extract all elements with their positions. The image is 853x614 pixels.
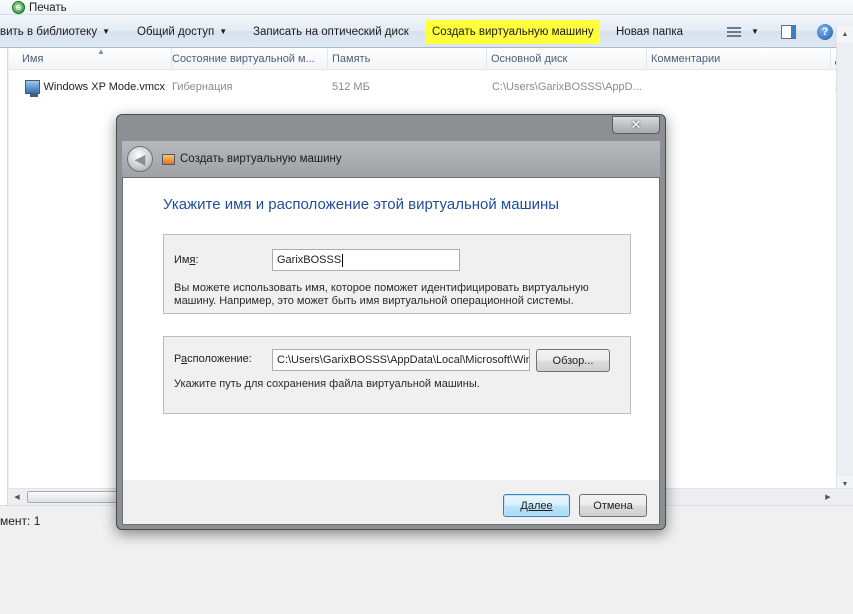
column-memory-label: Память — [332, 53, 371, 65]
file-state: Гибернация — [172, 81, 233, 93]
create-vm-dialog: ✕ ◀ Создать виртуальную машину Укажите и… — [116, 114, 666, 530]
location-group: Расположение: C:\Users\GarixBOSSS\AppDat… — [163, 336, 631, 414]
navigation-pane — [0, 48, 8, 508]
burn-disc-button[interactable]: Записать на оптический диск — [253, 15, 409, 48]
vm-location-value: C:\Users\GarixBOSSS\AppData\Local\Micros… — [277, 354, 530, 366]
help-icon: ? — [817, 23, 833, 40]
column-primary-disk[interactable]: Основной диск — [486, 48, 647, 70]
browse-label: Обзор... — [552, 354, 594, 367]
scroll-left-icon[interactable]: ◀ — [9, 489, 25, 505]
file-memory: 512 МБ — [332, 81, 370, 93]
dialog-title-text: Создать виртуальную машину — [180, 153, 342, 165]
print-label: Печать — [29, 1, 67, 14]
new-folder-button[interactable]: Новая папка — [616, 15, 683, 48]
column-primary-disk-label: Основной диск — [491, 53, 568, 65]
virtual-pc-icon — [162, 153, 175, 165]
back-arrow-icon: ◀ — [134, 150, 146, 167]
preview-pane-icon — [781, 24, 796, 39]
column-state[interactable]: Состояние виртуальной м... — [167, 48, 328, 70]
burn-disc-label: Записать на оптический диск — [253, 25, 409, 38]
text-cursor — [342, 253, 344, 267]
table-row[interactable]: Windows XP Mode.vmcx Гибернация 512 МБ C… — [9, 77, 853, 97]
name-group: Имя: GarixBOSSS Вы можете использовать и… — [163, 234, 631, 314]
dialog-header: ◀ Создать виртуальную машину — [122, 141, 660, 177]
cancel-button[interactable]: Отмена — [579, 494, 647, 517]
new-folder-label: Новая папка — [616, 25, 684, 38]
status-item-count: мент: 1 — [0, 514, 41, 528]
column-name-label: Имя — [22, 53, 44, 65]
name-hint-line: машину. Например, это может быть имя вир… — [174, 295, 574, 307]
dialog-close-button[interactable]: ✕ — [612, 116, 660, 134]
name-hint-line: Вы можете использовать имя, которое помо… — [174, 282, 589, 294]
vertical-scrollbar[interactable]: ▲ ▼ — [836, 26, 853, 492]
file-name-cell: Windows XP Mode.vmcx — [25, 77, 165, 97]
vm-location-input[interactable]: C:\Users\GarixBOSSS\AppData\Local\Micros… — [272, 349, 530, 371]
column-comments-label: Комментарии — [651, 53, 721, 65]
dialog-title: Создать виртуальную машину — [162, 141, 342, 177]
vm-name-input[interactable]: GarixBOSSS — [272, 249, 460, 271]
view-options-button[interactable]: ▼ — [727, 15, 759, 48]
location-hint: Укажите путь для сохранения файла виртуа… — [174, 378, 480, 390]
preview-pane-button[interactable] — [781, 15, 796, 48]
chevron-down-icon: ▼ — [219, 27, 228, 36]
location-label: Расположение: — [174, 353, 252, 365]
print-menu-item[interactable]: ⊕ Печать — [12, 0, 67, 15]
chevron-down-icon: ▼ — [102, 27, 111, 36]
menu-strip: ⊕ Печать — [0, 0, 853, 15]
file-memory-cell: 512 МБ — [332, 77, 482, 97]
vm-name-value: GarixBOSSS — [277, 254, 342, 266]
dialog-body: Укажите имя и расположение этой виртуаль… — [122, 177, 660, 525]
dialog-title-bar: ✕ — [117, 115, 665, 141]
column-comments[interactable]: Комментарии — [646, 48, 831, 70]
next-label: Далее — [520, 499, 553, 512]
file-primary-disk: C:\Users\GarixBOSSS\AppD... — [492, 81, 642, 93]
view-list-icon — [727, 26, 741, 37]
file-state-cell: Гибернация — [172, 77, 322, 97]
back-button[interactable]: ◀ — [127, 146, 153, 172]
share-label: Общий доступ — [137, 25, 215, 38]
scroll-right-icon[interactable]: ▶ — [820, 489, 836, 505]
column-header-row: ▲ Имя Состояние виртуальной м... Память … — [9, 47, 853, 70]
name-label: Имя: — [174, 254, 199, 266]
column-name[interactable]: Имя — [17, 48, 172, 70]
virtual-machine-icon — [25, 80, 40, 97]
column-state-label: Состояние виртуальной м... — [172, 53, 315, 65]
file-disk-cell: C:\Users\GarixBOSSS\AppD... — [492, 77, 642, 97]
command-bar: вить в библиотеку ▼ Общий доступ ▼ Запис… — [0, 15, 853, 48]
cancel-label: Отмена — [593, 499, 633, 512]
help-button[interactable]: ? — [817, 15, 833, 48]
next-button[interactable]: Далее — [503, 494, 570, 517]
create-vm-button[interactable]: Создать виртуальную машину — [426, 20, 600, 44]
dialog-content: Укажите имя и расположение этой виртуаль… — [123, 178, 659, 480]
browse-button[interactable]: Обзор... — [536, 349, 610, 372]
add-to-library-label: вить в библиотеку — [0, 25, 98, 38]
column-memory[interactable]: Память — [327, 48, 487, 70]
file-name: Windows XP Mode.vmcx — [43, 81, 165, 93]
share-button[interactable]: Общий доступ ▼ — [137, 15, 227, 48]
close-icon: ✕ — [630, 117, 642, 132]
print-icon: ⊕ — [12, 1, 25, 14]
name-hint: Вы можете использовать имя, которое помо… — [174, 282, 589, 308]
create-vm-label: Создать виртуальную машину — [432, 26, 594, 38]
scrollbar-thumb[interactable] — [27, 491, 123, 503]
dialog-heading: Укажите имя и расположение этой виртуаль… — [163, 196, 560, 213]
scroll-up-icon[interactable]: ▲ — [837, 26, 853, 42]
add-to-library-button[interactable]: вить в библиотеку ▼ — [0, 15, 110, 48]
chevron-down-icon: ▼ — [751, 27, 759, 36]
